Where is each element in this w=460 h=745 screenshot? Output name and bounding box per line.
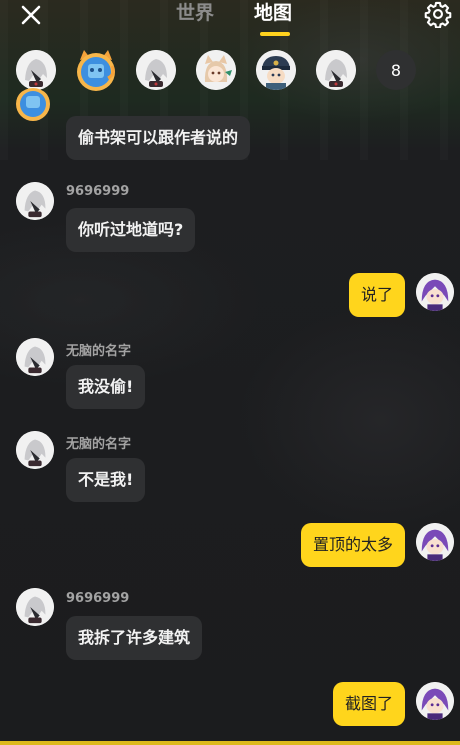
message-text: 说了: [360, 285, 393, 304]
tab-map[interactable]: 地图: [254, 0, 292, 40]
cat-avatar-icon: [16, 88, 50, 121]
active-tab-indicator: [260, 32, 291, 36]
member-avatar[interactable]: [76, 50, 116, 91]
message-bubble[interactable]: 不是我!: [66, 458, 146, 502]
anime-avatar-icon: [16, 50, 56, 90]
my-avatar[interactable]: [416, 682, 454, 720]
anime-avatar-icon: [16, 338, 54, 376]
sender-avatar[interactable]: [16, 588, 54, 626]
anime-avatar-icon: [136, 50, 176, 90]
message-bubble[interactable]: 截图了: [332, 682, 405, 726]
member-count-badge[interactable]: 8: [376, 50, 416, 90]
tab-world[interactable]: 世界: [176, 0, 214, 40]
member-count: 8: [390, 60, 402, 80]
message-text: 偷书架可以跟作者说的: [78, 128, 239, 147]
message-text: 置顶的太多: [312, 535, 393, 554]
sender-avatar[interactable]: [16, 182, 54, 220]
member-avatar[interactable]: [136, 50, 176, 90]
tab-bar: 世界 地图: [176, 0, 292, 40]
anime-avatar-icon: [16, 182, 54, 220]
member-avatar[interactable]: [16, 50, 56, 90]
anime-avatar-icon: [16, 431, 54, 469]
message-text: 截图了: [344, 694, 393, 713]
tab-world-label: 世界: [176, 2, 215, 24]
sender-username: 无脑的名字: [66, 437, 132, 452]
message-bubble[interactable]: 偷书架可以跟作者说的: [66, 116, 251, 160]
cat-avatar-icon: [77, 50, 115, 91]
message-bubble[interactable]: 置顶的太多: [300, 523, 405, 567]
message-bubble[interactable]: 我没偷!: [66, 365, 146, 409]
anime-avatar-icon: [16, 588, 54, 626]
sender-username: 9696999: [66, 591, 130, 606]
purple-hair-avatar-icon: [416, 523, 454, 561]
settings-button[interactable]: [424, 0, 452, 29]
message-bubble[interactable]: 你听过地道吗?: [66, 208, 196, 252]
anime-avatar-icon: [316, 50, 356, 90]
message-text: 我没偷!: [78, 377, 134, 396]
member-avatar[interactable]: [196, 50, 236, 90]
message-text: 你听过地道吗?: [78, 220, 184, 239]
sender-username: 9696999: [66, 184, 130, 199]
purple-hair-avatar-icon: [416, 273, 454, 311]
my-avatar[interactable]: [416, 273, 454, 311]
fox-girl-avatar-icon: [196, 50, 236, 90]
purple-hair-avatar-icon: [416, 682, 454, 720]
gear-icon: [424, 1, 452, 29]
sender-avatar[interactable]: [16, 431, 54, 469]
my-avatar[interactable]: [416, 523, 454, 561]
member-list: 8: [16, 50, 416, 91]
message-bubble[interactable]: 我拆了许多建筑: [66, 616, 203, 660]
message-bubble[interactable]: 说了: [348, 273, 405, 317]
member-avatar[interactable]: [316, 50, 356, 90]
sender-avatar[interactable]: [16, 338, 54, 376]
sender-avatar[interactable]: [14, 88, 52, 126]
sender-username: 无脑的名字: [66, 344, 132, 359]
input-bar-edge: [0, 741, 460, 745]
close-button[interactable]: [18, 2, 44, 28]
soldier-avatar-icon: [256, 50, 296, 90]
member-avatar[interactable]: [256, 50, 296, 90]
message-text: 我拆了许多建筑: [78, 628, 191, 647]
message-text: 不是我!: [78, 470, 134, 489]
tab-map-label: 地图: [254, 2, 293, 24]
close-icon: [21, 5, 41, 25]
